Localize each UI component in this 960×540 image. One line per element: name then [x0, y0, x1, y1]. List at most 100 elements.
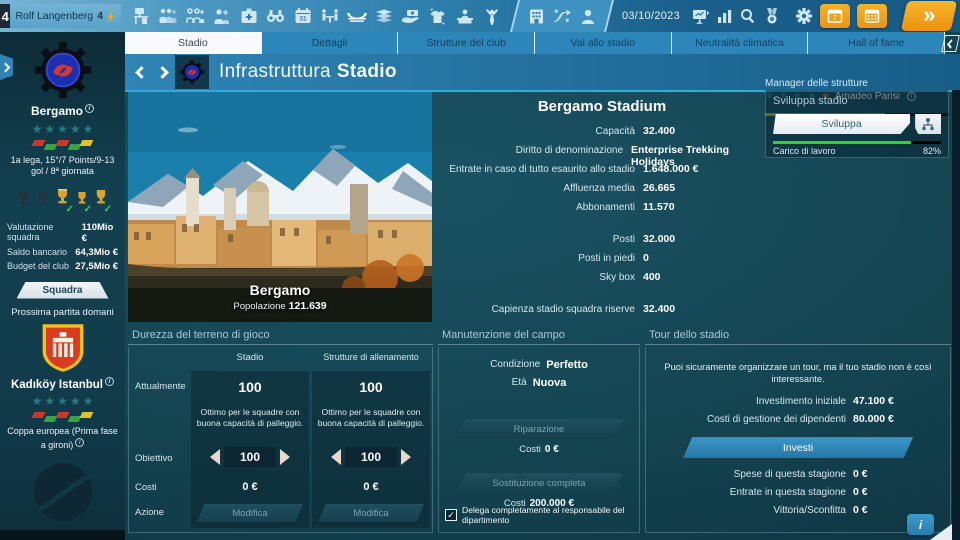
- club-icon[interactable]: [524, 4, 548, 28]
- target-stepper-stadium: 100: [191, 447, 309, 467]
- achievements-icon[interactable]: [760, 4, 784, 28]
- replace-button[interactable]: Sostituzione completa: [455, 473, 623, 493]
- pitch-description: Ottimo per le squadre con buona capacità…: [315, 407, 427, 429]
- manager-role-label: Manager delle strutture: [765, 78, 949, 89]
- current-value-stadium: 100: [191, 379, 309, 395]
- modify-button-training[interactable]: Modifica: [318, 504, 424, 522]
- repair-cost: 0 €: [545, 444, 559, 455]
- tab-neutralita-climatica[interactable]: Neutralità climatica: [672, 32, 809, 54]
- finances-icon[interactable]: [372, 4, 396, 28]
- tab-overflow-button[interactable]: [941, 35, 960, 52]
- trophy-won-icon: ✓: [55, 187, 70, 209]
- invest-button[interactable]: Investi: [683, 437, 913, 458]
- scouting-icon[interactable]: [264, 4, 288, 28]
- search-icon[interactable]: [736, 4, 760, 28]
- profile-icon[interactable]: [576, 4, 600, 28]
- squad-button[interactable]: Squadra: [17, 282, 109, 299]
- topbar: 4 Rolf Langenberg 4 31 03/: [0, 0, 960, 32]
- stadium-icon[interactable]: [345, 4, 369, 28]
- settings-icon[interactable]: [792, 4, 816, 28]
- column-header-stadium: Stadio: [191, 352, 309, 363]
- tour-season-row: Spese di questa stagione0 €: [646, 468, 950, 480]
- stadium-stat-row: Capienza stadio squadra riserve32.400: [437, 303, 767, 322]
- panel-title: Tour dello stadio: [645, 327, 951, 345]
- empty-competition-logo: [34, 463, 92, 521]
- cost-value-stadium: 0 €: [191, 481, 309, 493]
- pitch-description: Ottimo per le squadre con buona capacità…: [194, 407, 306, 429]
- repair-button[interactable]: Riparazione: [455, 419, 623, 439]
- next-match-label: Prossima partita domani: [11, 307, 113, 318]
- increase-button[interactable]: [280, 449, 290, 465]
- medical-icon[interactable]: [237, 4, 261, 28]
- star-icon: [57, 123, 68, 135]
- fans-icon[interactable]: [480, 4, 504, 28]
- decrease-button[interactable]: [210, 449, 220, 465]
- stadium-info-panel: Bergamo Stadium Capacità32.400 Diritto d…: [437, 98, 767, 322]
- press-icon[interactable]: [453, 4, 477, 28]
- team-icon[interactable]: [156, 4, 180, 28]
- manager-nameplate[interactable]: Rolf Langenberg 4: [10, 4, 121, 28]
- city-photo: Bergamo Popolazione121.639: [128, 92, 432, 322]
- trophy-icon: [17, 191, 30, 209]
- delegate-row[interactable]: Delega completamente al responsabile del…: [445, 505, 639, 525]
- back-button[interactable]: [135, 66, 148, 79]
- tour-row: Investimento iniziale47.100 €: [646, 395, 950, 407]
- stadium-stat-row: Posti in piedi0: [437, 252, 767, 271]
- panel-title: Durezza del terreno di gioco: [128, 327, 433, 345]
- forward-button[interactable]: [156, 66, 169, 79]
- topbar-nav-icons: 31: [129, 4, 504, 28]
- finance-row: Valutazione squadra110Mio €: [7, 222, 118, 244]
- tab-hall-of-fame[interactable]: Hall of fame: [808, 32, 945, 54]
- sidebar-expand-button[interactable]: [0, 54, 13, 80]
- meeting-icon[interactable]: [318, 4, 342, 28]
- population-label: Popolazione: [233, 301, 285, 312]
- modify-button-stadium[interactable]: Modifica: [197, 504, 303, 522]
- lineup-icon[interactable]: [183, 4, 207, 28]
- column-header-training: Strutture di allenamento: [312, 352, 430, 362]
- stadium-tour-panel: Tour dello stadio Puoi sicuramente organ…: [645, 327, 951, 533]
- presentation-icon[interactable]: [688, 4, 712, 28]
- svg-text:31: 31: [299, 16, 307, 23]
- opponent-form-indicator: [33, 412, 93, 422]
- stats-icon[interactable]: [712, 4, 736, 28]
- calendar-week-button[interactable]: 7: [820, 4, 850, 28]
- tour-row: Costi di gestione dei dipendenti80.000 €: [646, 413, 950, 425]
- info-icon[interactable]: [75, 438, 84, 447]
- delegate-checkbox[interactable]: [445, 509, 457, 521]
- star-icon: [44, 123, 55, 135]
- svg-text:7: 7: [833, 15, 837, 22]
- sponsor-icon[interactable]: [399, 4, 423, 28]
- transfers-icon[interactable]: [426, 4, 450, 28]
- staff-icon[interactable]: [210, 4, 234, 28]
- club-form-indicator: [33, 140, 93, 150]
- tab-vai-allo-stadio[interactable]: Vai allo stadio: [535, 32, 672, 54]
- continue-button[interactable]: [901, 1, 957, 31]
- info-icon[interactable]: [105, 377, 114, 386]
- condition-value: Perfetto: [546, 359, 588, 371]
- tour-season-row: Entrate in questa stagione0 €: [646, 486, 950, 498]
- calendar-month-button[interactable]: [857, 4, 887, 28]
- club-finances: Valutazione squadra110Mio € Saldo bancar…: [0, 219, 125, 272]
- office-icon[interactable]: [129, 4, 153, 28]
- club-name: Bergamo: [31, 104, 94, 118]
- energy-count: 4: [97, 10, 103, 22]
- tab-strutture-del-club[interactable]: Strutture del club: [398, 32, 535, 54]
- stadium-content: Bergamo Popolazione121.639 Bergamo Stadi…: [125, 90, 960, 540]
- current-value-training: 100: [312, 379, 430, 395]
- info-icon[interactable]: [85, 104, 94, 113]
- tab-dettagli[interactable]: Dettagli: [262, 32, 399, 54]
- opponent-rating: [32, 395, 94, 407]
- tactics-icon[interactable]: [550, 4, 574, 28]
- tour-message: Puoi sicuramente organizzare un tour, ma…: [646, 347, 950, 385]
- decrease-button[interactable]: [331, 449, 341, 465]
- manager-name: Rolf Langenberg: [15, 10, 93, 22]
- star-icon: [70, 123, 81, 135]
- calendar-icon[interactable]: 31: [291, 4, 315, 28]
- trophy-icon: [36, 191, 49, 209]
- star-icon: [32, 123, 43, 135]
- target-value-training: 100: [345, 447, 397, 467]
- tab-stadio[interactable]: Stadio: [125, 32, 262, 54]
- tour-season-row: Vittoria/Sconfitta0 €: [646, 504, 950, 516]
- cost-value-training: 0 €: [312, 481, 430, 493]
- increase-button[interactable]: [401, 449, 411, 465]
